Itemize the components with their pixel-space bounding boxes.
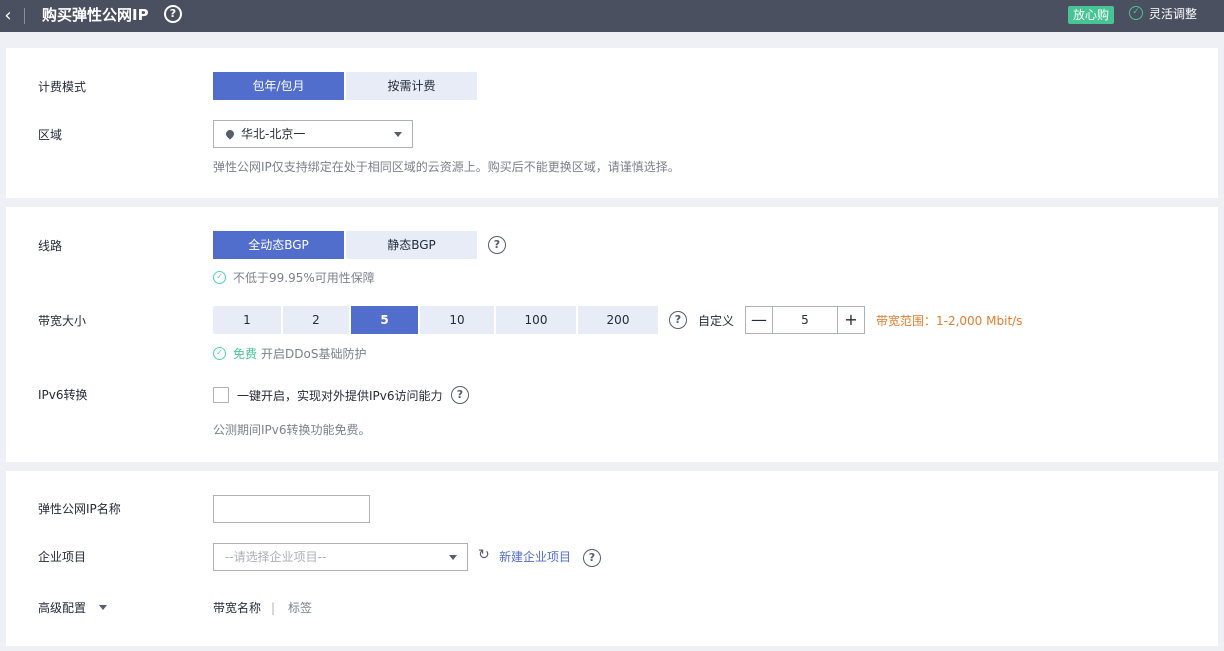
bandwidth-range-text: 带宽范围：1-2,000 Mbit/s bbox=[876, 314, 1023, 328]
bandwidth-option-1[interactable]: 1 bbox=[213, 306, 281, 334]
region-label: 区域 bbox=[38, 128, 63, 142]
ddos-hint: 开启DDoS基础防护 bbox=[261, 347, 367, 361]
line-option-static-bgp[interactable]: 静态BGP bbox=[346, 231, 477, 259]
chevron-down-icon[interactable] bbox=[99, 605, 107, 610]
bandwidth-input[interactable]: 5 bbox=[773, 306, 837, 334]
back-icon[interactable]: ‹ bbox=[0, 6, 16, 26]
eip-name-label: 弹性公网IP名称 bbox=[38, 502, 121, 516]
decrement-button[interactable]: — bbox=[745, 306, 773, 334]
billing-region-panel: 计费模式 包年/包月 按需计费 区域 华北-北京一 弹性公网IP仅支持绑定在处于… bbox=[6, 48, 1218, 198]
network-panel: 线路 全动态BGP 静态BGP ? ✓ 不低于99.95%可用性保障 带宽大小 … bbox=[6, 207, 1218, 462]
ipv6-checkbox[interactable] bbox=[213, 387, 229, 403]
location-pin-icon bbox=[224, 128, 236, 140]
ipv6-checkbox-label[interactable]: 一键开启，实现对外提供IPv6访问能力 bbox=[237, 388, 443, 404]
flexible-adjust-label: 灵活调整 bbox=[1149, 7, 1198, 21]
billing-option-monthly[interactable]: 包年/包月 bbox=[213, 72, 344, 100]
region-value: 华北-北京一 bbox=[241, 127, 306, 141]
bandwidth-option-200[interactable]: 200 bbox=[578, 306, 658, 334]
ipv6-hint: 公测期间IPv6转换功能免费。 bbox=[213, 423, 371, 437]
bandwidth-option-5[interactable]: 5 bbox=[351, 306, 418, 334]
check-circle-icon: ✓ bbox=[1129, 6, 1143, 20]
line-help-icon[interactable]: ? bbox=[488, 236, 506, 254]
bandwidth-option-10[interactable]: 10 bbox=[420, 306, 494, 334]
check-circle-icon: ✓ bbox=[213, 271, 226, 284]
free-text: 免费 bbox=[233, 347, 258, 361]
advanced-item-bandwidth-name: 带宽名称 bbox=[213, 601, 262, 615]
divider bbox=[24, 8, 25, 24]
top-bar: ‹ 购买弹性公网IP ? 放心购 ✓ 灵活调整 bbox=[0, 0, 1224, 32]
bandwidth-option-2[interactable]: 2 bbox=[283, 306, 349, 334]
enterprise-project-placeholder: --请选择企业项目-- bbox=[225, 550, 327, 564]
chevron-down-icon bbox=[449, 555, 457, 560]
check-circle-icon: ✓ bbox=[213, 347, 226, 360]
advanced-item-tags: 标签 bbox=[288, 601, 313, 615]
region-hint: 弹性公网IP仅支持绑定在处于相同区域的云资源上。购买后不能更换区域，请谨慎选择。 bbox=[213, 160, 680, 174]
region-select[interactable]: 华北-北京一 bbox=[213, 120, 413, 148]
billing-mode-label: 计费模式 bbox=[38, 80, 87, 94]
help-icon[interactable]: ? bbox=[164, 5, 182, 23]
advanced-config-toggle[interactable]: 高级配置 bbox=[38, 600, 86, 616]
enterprise-help-icon[interactable]: ? bbox=[583, 549, 601, 567]
ipv6-help-icon[interactable]: ? bbox=[451, 386, 469, 404]
increment-button[interactable]: + bbox=[837, 306, 865, 334]
ipv6-label: IPv6转换 bbox=[38, 388, 88, 402]
chevron-down-icon bbox=[394, 132, 402, 137]
assurance-badge: 放心购 bbox=[1068, 6, 1115, 24]
billing-option-on-demand[interactable]: 按需计费 bbox=[346, 72, 477, 100]
line-label: 线路 bbox=[38, 239, 63, 253]
new-enterprise-project-link[interactable]: 新建企业项目 bbox=[499, 549, 571, 565]
availability-hint: 不低于99.95%可用性保障 bbox=[233, 271, 375, 285]
custom-label: 自定义 bbox=[698, 314, 735, 328]
details-panel: 弹性公网IP名称 企业项目 --请选择企业项目-- ↻ 新建企业项目 ? 高级配… bbox=[6, 471, 1218, 646]
enterprise-project-select[interactable]: --请选择企业项目-- bbox=[213, 543, 468, 571]
enterprise-project-label: 企业项目 bbox=[38, 550, 87, 564]
bandwidth-option-100[interactable]: 100 bbox=[496, 306, 576, 334]
page-title: 购买弹性公网IP bbox=[42, 6, 149, 24]
eip-name-input[interactable] bbox=[213, 495, 370, 523]
line-option-dynamic-bgp[interactable]: 全动态BGP bbox=[213, 231, 344, 259]
refresh-icon[interactable]: ↻ bbox=[478, 547, 490, 563]
advanced-divider: | bbox=[271, 601, 276, 615]
bandwidth-label: 带宽大小 bbox=[38, 314, 87, 328]
bandwidth-help-icon[interactable]: ? bbox=[669, 311, 687, 329]
